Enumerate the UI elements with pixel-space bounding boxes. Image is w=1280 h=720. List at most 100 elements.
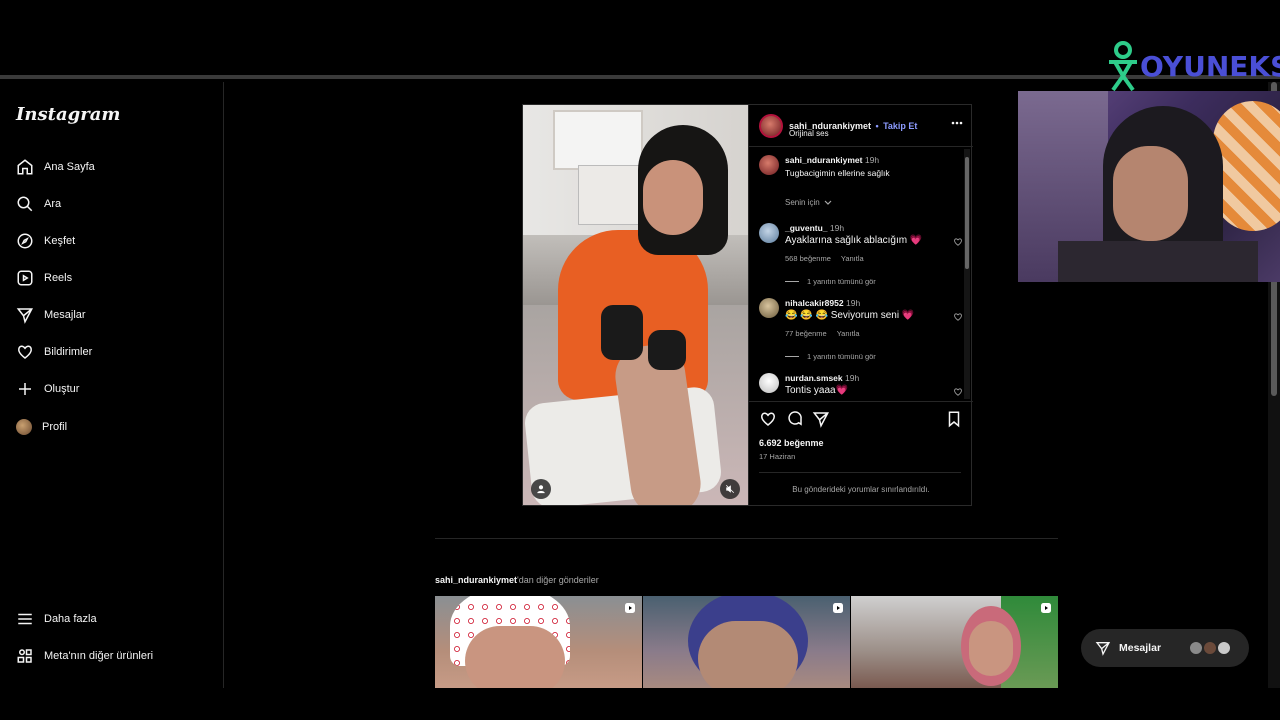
sidebar-item-label: Meta'nın diğer ürünleri bbox=[44, 650, 154, 662]
send-icon bbox=[16, 308, 33, 324]
like-count[interactable]: 6.692 beğenme bbox=[759, 438, 824, 448]
for-you-label: Senin için bbox=[785, 198, 820, 207]
avatar[interactable] bbox=[759, 155, 779, 175]
avatar bbox=[1203, 641, 1217, 655]
view-replies-label: 1 yanıtın tümünü gör bbox=[807, 277, 876, 286]
sidebar-item-messages[interactable]: Mesajlar bbox=[8, 300, 208, 330]
reply-button[interactable]: Yanıtla bbox=[841, 254, 864, 263]
post-side-panel: sahi_ndurankiymet • Takip Et Orijinal se… bbox=[748, 105, 973, 505]
sidebar-item-label: Mesajlar bbox=[44, 309, 86, 321]
sidebar-item-label: Ara bbox=[44, 198, 62, 210]
post-header: sahi_ndurankiymet • Takip Et Orijinal se… bbox=[749, 105, 973, 147]
view-replies[interactable]: 1 yanıtın tümünü gör bbox=[785, 352, 876, 361]
messages-pill-label: Mesajlar bbox=[1119, 642, 1162, 654]
sidebar-item-meta-products[interactable]: Meta'nın diğer ürünleri bbox=[8, 641, 208, 671]
comment-likes[interactable]: 568 beğenme bbox=[785, 254, 831, 263]
comments-scrollbar[interactable] bbox=[964, 149, 970, 399]
more-options-icon[interactable] bbox=[951, 121, 963, 125]
like-comment-icon[interactable] bbox=[953, 387, 963, 397]
comment-text: Ayaklarına sağlık ablacığım 💗 bbox=[785, 235, 923, 246]
sidebar-item-label: Keşfet bbox=[44, 235, 76, 247]
sidebar-item-create[interactable]: Oluştur bbox=[8, 374, 208, 404]
avatar bbox=[1217, 641, 1231, 655]
stream-top-divider bbox=[0, 75, 1280, 79]
sidebar-item-home[interactable]: Ana Sayfa bbox=[8, 152, 208, 182]
tagged-user-icon[interactable] bbox=[531, 479, 551, 499]
post-video[interactable] bbox=[523, 105, 748, 505]
reels-icon bbox=[17, 270, 33, 286]
send-icon bbox=[1095, 642, 1111, 656]
comment-author[interactable]: _guventu_ bbox=[785, 223, 828, 233]
reels-icon bbox=[833, 603, 843, 613]
sidebar-item-explore[interactable]: Keşfet bbox=[8, 226, 208, 256]
sidebar-item-notifications[interactable]: Bildirimler bbox=[8, 337, 208, 367]
chevron-down-icon bbox=[824, 200, 832, 205]
sidebar-item-profile[interactable]: Profil bbox=[8, 412, 208, 442]
compass-icon bbox=[17, 233, 33, 249]
messages-pill[interactable]: Mesajlar bbox=[1081, 629, 1249, 667]
post-thumbnail[interactable] bbox=[643, 596, 850, 688]
for-you-dropdown[interactable]: Senin için bbox=[785, 198, 832, 207]
comment-icon[interactable] bbox=[786, 410, 804, 428]
more-posts-heading: sahi_ndurankiymet'dan diğer gönderiler bbox=[435, 575, 599, 585]
comment-author[interactable]: sahi_ndurankiymet bbox=[785, 155, 862, 165]
like-comment-icon[interactable] bbox=[953, 312, 963, 322]
comment-time: 19h bbox=[829, 223, 845, 233]
home-icon bbox=[17, 159, 33, 175]
post-thumbnail[interactable] bbox=[435, 596, 642, 688]
share-icon[interactable] bbox=[812, 410, 830, 428]
comment-author[interactable]: nihalcakir8952 bbox=[785, 298, 844, 308]
comments-list[interactable]: sahi_ndurankiymet 19h Tugbacigimin eller… bbox=[749, 147, 973, 401]
avatar[interactable] bbox=[759, 373, 779, 393]
avatar[interactable] bbox=[759, 223, 779, 243]
comment-time: 19h bbox=[864, 155, 880, 165]
instagram-logo[interactable]: Instagram bbox=[16, 104, 120, 125]
mute-icon[interactable] bbox=[720, 479, 740, 499]
comment-time: 19h bbox=[845, 373, 860, 383]
heart-icon bbox=[18, 345, 32, 359]
comment-text: Tontis yaaa💗 bbox=[785, 385, 849, 396]
save-icon[interactable] bbox=[945, 410, 963, 428]
post-actions: 6.692 beğenme 17 Haziran Bu gönderideki … bbox=[749, 401, 973, 505]
webcam-overlay bbox=[1018, 91, 1280, 282]
comment-time: 19h bbox=[845, 298, 861, 308]
like-comment-icon[interactable] bbox=[953, 237, 963, 247]
sidebar-item-label: Reels bbox=[44, 272, 73, 284]
sidebar-item-reels[interactable]: Reels bbox=[8, 263, 208, 293]
comment-likes[interactable]: 77 beğenme bbox=[785, 329, 827, 338]
comment-text: 😂 😂 😂 Seviyorum seni 💗 bbox=[785, 310, 915, 321]
more-posts-suffix: 'dan diğer gönderiler bbox=[517, 575, 599, 585]
stream-top-bar bbox=[0, 0, 1280, 76]
section-divider bbox=[435, 538, 1058, 539]
sidebar-item-label: Bildirimler bbox=[44, 346, 93, 358]
post-modal: sahi_ndurankiymet • Takip Et Orijinal se… bbox=[522, 104, 973, 506]
comment-author[interactable]: nurdan.smsek bbox=[785, 373, 843, 383]
oyuneks-brand: OYUNEKS bbox=[1140, 50, 1280, 83]
caption-text: Tugbacigimin ellerine sağlık bbox=[785, 168, 890, 178]
follow-button[interactable]: Takip Et bbox=[883, 121, 917, 131]
more-posts-user[interactable]: sahi_ndurankiymet bbox=[435, 575, 517, 585]
like-icon[interactable] bbox=[759, 410, 777, 428]
sidebar-item-more[interactable]: Daha fazla bbox=[8, 604, 208, 634]
grid-icon bbox=[17, 649, 32, 663]
reels-icon bbox=[1041, 603, 1051, 613]
post-thumbnail[interactable] bbox=[851, 596, 1058, 688]
post-date: 17 Haziran bbox=[759, 452, 796, 461]
search-icon bbox=[17, 196, 33, 212]
sidebar-item-label: Profil bbox=[42, 421, 68, 433]
avatar[interactable] bbox=[759, 298, 779, 318]
separator: • bbox=[875, 121, 879, 131]
audio-label[interactable]: Orijinal ses bbox=[789, 129, 829, 138]
avatar-icon bbox=[16, 419, 32, 435]
divider bbox=[759, 472, 961, 473]
avatar[interactable] bbox=[759, 114, 783, 138]
sidebar-item-label: Ana Sayfa bbox=[44, 161, 95, 173]
plus-icon bbox=[19, 383, 31, 395]
view-replies[interactable]: 1 yanıtın tümünü gör bbox=[785, 277, 876, 286]
sidebar-item-search[interactable]: Ara bbox=[8, 189, 208, 219]
oyuneks-logo-icon bbox=[1109, 41, 1137, 92]
reels-icon bbox=[625, 603, 635, 613]
reply-button[interactable]: Yanıtla bbox=[837, 329, 860, 338]
comments-limited-notice: Bu gönderideki yorumlar sınırlandırıldı. bbox=[792, 485, 930, 494]
sidebar-item-label: Oluştur bbox=[44, 383, 80, 395]
